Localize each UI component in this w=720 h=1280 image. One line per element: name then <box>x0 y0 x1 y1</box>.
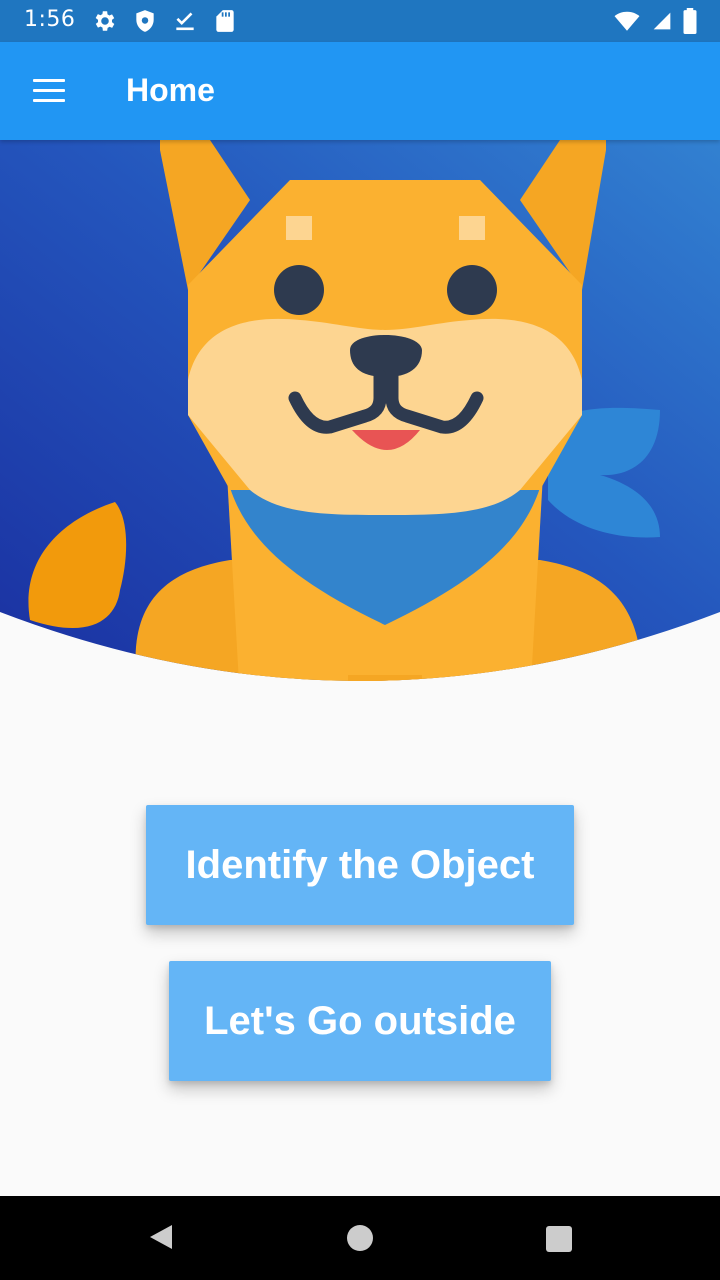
navigation-bar <box>0 1196 720 1280</box>
home-icon[interactable] <box>347 1225 373 1251</box>
recents-icon[interactable] <box>546 1226 572 1252</box>
menu-icon-line <box>33 99 65 102</box>
go-outside-button[interactable]: Let's Go outside <box>169 961 551 1081</box>
status-system-icons <box>612 8 698 34</box>
sd-card-icon <box>216 10 234 32</box>
menu-icon <box>33 79 65 82</box>
back-icon[interactable] <box>146 1222 176 1252</box>
wifi-icon <box>614 11 640 31</box>
identify-object-button[interactable]: Identify the Object <box>146 805 574 925</box>
app-bar: Home <box>0 42 720 140</box>
menu-icon-line <box>33 89 65 92</box>
page-title: Home <box>126 72 215 108</box>
signal-icon <box>653 12 671 30</box>
status-time: 1:56 <box>24 7 76 32</box>
hero-illustration <box>0 140 720 700</box>
shield-icon <box>136 10 154 32</box>
settings-icon <box>95 11 115 31</box>
menu-button[interactable] <box>22 67 76 115</box>
status-bar: 1:56 <box>0 0 720 42</box>
status-notification-icons <box>92 8 238 34</box>
download-done-icon <box>176 12 194 31</box>
battery-icon <box>683 8 697 34</box>
shiba-dog-illustration <box>0 140 720 681</box>
